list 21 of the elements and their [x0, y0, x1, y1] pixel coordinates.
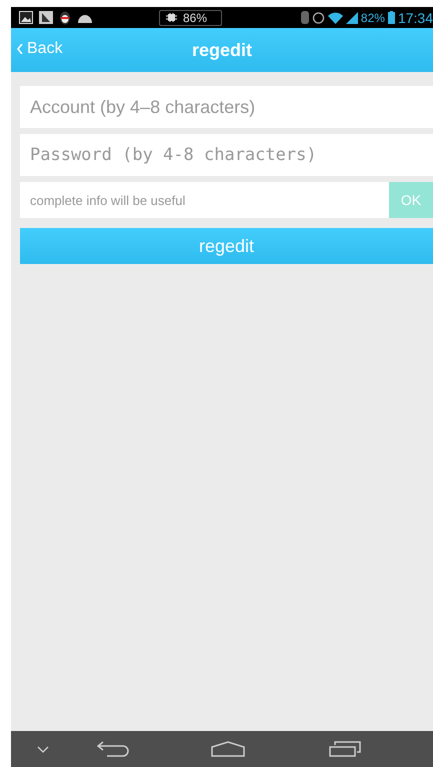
home-icon[interactable]: [211, 741, 245, 757]
picture-icon: [19, 11, 33, 24]
chip-icon: [166, 13, 177, 22]
clock-time: 17:34: [398, 10, 433, 26]
cpu-readout: 86%: [183, 10, 208, 24]
info-field[interactable]: complete info will be useful: [20, 182, 389, 218]
regedit-button[interactable]: regedit: [20, 228, 433, 264]
recent-apps-icon[interactable]: [329, 741, 361, 757]
chevron-left-icon: [17, 44, 23, 54]
ok-button[interactable]: OK: [389, 182, 433, 218]
wifi-icon: [328, 12, 343, 24]
signal-icon: [346, 12, 358, 24]
battery-icon: [388, 11, 395, 24]
battery-percent: 82%: [360, 10, 385, 24]
password-field[interactable]: Password (by 4-8 characters): [20, 134, 433, 176]
back-button[interactable]: Back: [15, 38, 65, 60]
back-icon[interactable]: [97, 741, 129, 757]
chevron-down-icon[interactable]: [37, 746, 49, 752]
account-field[interactable]: Account (by 4–8 characters): [20, 86, 433, 128]
page-title: regedit: [192, 40, 252, 60]
image-icon: [39, 11, 53, 24]
